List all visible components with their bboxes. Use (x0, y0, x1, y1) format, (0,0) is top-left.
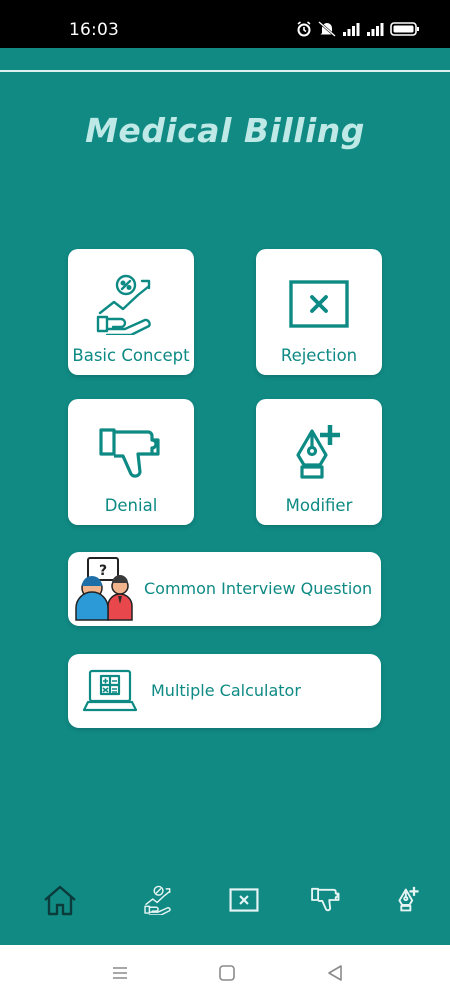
back-icon[interactable] (323, 961, 347, 985)
nav-denial[interactable] (306, 882, 346, 922)
common-interview-question-button[interactable]: ? Common Interview Question (68, 552, 381, 626)
tile-label: Modifier (285, 496, 353, 515)
status-time: 16:03 (69, 20, 119, 40)
system-nav-bar (0, 945, 450, 1000)
tile-rejection[interactable]: Rejection (256, 249, 382, 375)
common-interview-question-label: Common Interview Question (144, 579, 373, 598)
app-area: Medical Billing Basic Concept Rejection (0, 48, 450, 945)
header-divider (0, 70, 450, 72)
tile-modifier[interactable]: Modifier (256, 399, 382, 525)
bottom-nav (0, 870, 450, 945)
signal-icon (342, 22, 360, 36)
tile-basic-concept[interactable]: Basic Concept (68, 249, 194, 375)
home-icon (43, 884, 77, 920)
hand-growth-icon (144, 885, 178, 919)
pen-plus-icon (256, 419, 382, 489)
interview-icon: ? (72, 556, 138, 622)
alarm-icon (296, 21, 312, 37)
nav-modifier[interactable] (389, 882, 429, 922)
battery-icon (390, 21, 420, 37)
hand-growth-icon (68, 269, 194, 339)
rejection-icon (229, 888, 259, 916)
tile-label: Denial (104, 496, 158, 515)
tile-label: Rejection (280, 346, 358, 365)
nav-rejection[interactable] (224, 882, 264, 922)
status-icons (296, 18, 420, 40)
status-bar: 16:03 (0, 0, 450, 48)
calculator-icon (82, 668, 138, 716)
thumbs-down-icon (68, 419, 194, 489)
nav-home[interactable] (40, 882, 80, 922)
multiple-calculator-label: Multiple Calculator (151, 681, 301, 700)
signal-icon (366, 22, 384, 36)
app-title: Medical Billing (85, 111, 365, 150)
pen-plus-icon (394, 884, 424, 920)
menu-icon[interactable] (108, 961, 132, 985)
thumbs-down-icon (310, 887, 342, 917)
tile-label: Basic Concept (72, 346, 190, 365)
tile-denial[interactable]: Denial (68, 399, 194, 525)
nav-basic-concept[interactable] (141, 882, 181, 922)
mute-icon (318, 21, 336, 37)
home-square-icon[interactable] (215, 961, 239, 985)
svg-text:?: ? (99, 563, 107, 579)
rejection-icon (256, 269, 382, 339)
multiple-calculator-button[interactable]: Multiple Calculator (68, 654, 381, 728)
